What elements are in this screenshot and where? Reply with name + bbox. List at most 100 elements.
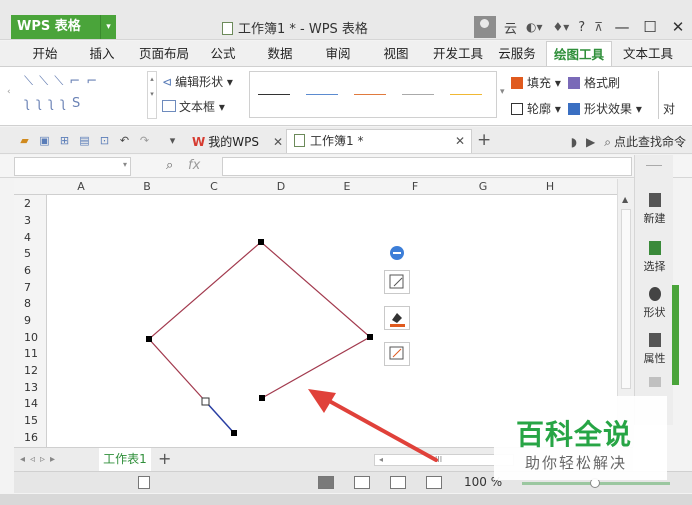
scroll-up-icon[interactable]: ▲ — [622, 195, 628, 204]
tab-home[interactable]: 开始 — [25, 41, 65, 67]
document-tab[interactable]: 工作簿1 * ✕ — [286, 129, 472, 153]
add-sheet-button[interactable]: + — [158, 449, 171, 468]
tab-review[interactable]: 审阅 — [318, 41, 358, 67]
flag-icon[interactable]: ▶ — [586, 135, 595, 149]
row-header[interactable]: 12 — [24, 364, 38, 377]
style-swatch-black[interactable] — [258, 94, 290, 95]
skin-icon[interactable]: ◐▾ — [526, 20, 543, 34]
new-tab-button[interactable]: + — [477, 130, 491, 150]
row-header[interactable]: 2 — [24, 197, 31, 210]
row-header[interactable]: 6 — [24, 264, 31, 277]
scroll-left-icon[interactable]: ◂ — [379, 455, 383, 464]
row-header[interactable]: 10 — [24, 331, 38, 344]
close-button[interactable]: ✕ — [664, 18, 692, 36]
tab-view[interactable]: 视图 — [376, 41, 416, 67]
outline-button[interactable]: 轮廓 ▾ — [511, 100, 561, 117]
side-shapes-button[interactable]: 形状 — [635, 287, 674, 320]
col-header[interactable]: F — [400, 179, 430, 195]
float-edit-shape-button[interactable] — [384, 270, 410, 294]
reading-view-icon[interactable] — [426, 476, 442, 489]
styles-more-icon[interactable]: ▾ — [500, 87, 505, 97]
col-header[interactable]: E — [332, 179, 362, 195]
horizontal-scrollbar[interactable]: ◂ III — [374, 454, 514, 466]
my-wps-tab[interactable]: W 我的WPS ✕ — [192, 133, 283, 150]
tab-data[interactable]: 数据 — [260, 41, 300, 67]
col-header[interactable]: A — [66, 179, 96, 195]
row-header[interactable]: 3 — [24, 214, 31, 227]
row-header[interactable]: 9 — [24, 314, 31, 327]
shape-styles-gallery[interactable] — [249, 71, 497, 118]
pane-toggle-handle[interactable] — [672, 285, 679, 385]
scroll-thumb[interactable] — [621, 209, 631, 389]
zoom-slider[interactable] — [522, 478, 670, 488]
zoom-formula-icon[interactable]: ⌕ — [166, 158, 173, 173]
open-folder-icon[interactable]: ▰ — [18, 134, 31, 147]
row-header[interactable]: 5 — [24, 247, 31, 260]
tab-developer[interactable]: 开发工具 — [430, 41, 486, 67]
undo-icon[interactable]: ↶ — [118, 134, 131, 147]
avatar[interactable] — [474, 16, 496, 38]
close-doc-tab-icon[interactable]: ✕ — [455, 130, 465, 152]
help-button[interactable]: ? — [578, 20, 585, 35]
row-header[interactable]: 11 — [24, 347, 38, 360]
style-swatch-orange[interactable] — [354, 94, 386, 95]
macro-icon[interactable] — [138, 476, 150, 489]
formula-input[interactable] — [222, 157, 632, 176]
side-new-button[interactable]: 新建 — [635, 193, 674, 226]
gallery-scroll-icon[interactable]: ▴ ▾ — [147, 71, 157, 119]
app-menu-button[interactable]: WPS 表格 ▾ — [11, 15, 116, 39]
shape-effects-button[interactable]: 形状效果 ▾ — [568, 100, 642, 117]
tab-drawing-tools[interactable]: 绘图工具 — [546, 41, 612, 67]
name-box[interactable]: ▾ — [14, 157, 131, 176]
minimize-button[interactable]: — — [608, 18, 636, 36]
row-header[interactable]: 8 — [24, 297, 31, 310]
layout-view-icon[interactable] — [390, 476, 406, 489]
chevron-down-icon[interactable]: ▾ — [123, 160, 127, 169]
chevron-down-icon[interactable]: ▾ — [100, 15, 116, 39]
tab-cloud[interactable]: 云服务 — [494, 41, 540, 67]
style-swatch-yellow[interactable] — [450, 94, 482, 95]
col-header[interactable]: G — [468, 179, 498, 195]
fx-label[interactable]: fx — [188, 158, 200, 173]
command-search[interactable]: ◗ ▶ ⌕ 点此查找命令 — [571, 133, 686, 150]
row-header[interactable]: 7 — [24, 281, 31, 294]
shirt-icon[interactable]: ♦▾ — [553, 20, 570, 34]
gallery-prev-icon[interactable]: ‹ — [7, 87, 11, 97]
sheet-nav-arrows[interactable]: ◂◃▹▸ — [20, 454, 60, 465]
cloud-label[interactable]: 云 — [504, 18, 517, 37]
row-header[interactable]: 4 — [24, 231, 31, 244]
skin-toggle-icon[interactable]: ◗ — [571, 135, 577, 149]
redo-icon[interactable]: ↷ — [138, 134, 151, 147]
page-break-view-icon[interactable] — [354, 476, 370, 489]
restore-ribbon-icon[interactable]: ⊼ — [594, 20, 603, 34]
col-header[interactable]: C — [199, 179, 229, 195]
print-icon[interactable]: ▤ — [78, 134, 91, 147]
align-button[interactable]: 对 — [663, 100, 675, 117]
tab-insert[interactable]: 插入 — [82, 41, 122, 67]
row-header[interactable]: 14 — [24, 397, 38, 410]
tab-formulas[interactable]: 公式 — [203, 41, 243, 67]
export-pdf-icon[interactable]: ⊞ — [58, 134, 71, 147]
col-header[interactable]: B — [132, 179, 162, 195]
format-painter-button[interactable]: 格式刷 — [568, 74, 620, 91]
row-header[interactable]: 13 — [24, 381, 38, 394]
normal-view-icon[interactable] — [318, 476, 334, 489]
close-my-wps-icon[interactable]: ✕ — [273, 135, 283, 149]
save-icon[interactable]: ▣ — [38, 134, 51, 147]
print-preview-icon[interactable]: ⊡ — [98, 134, 111, 147]
col-header[interactable]: H — [535, 179, 565, 195]
side-more-button[interactable] — [635, 377, 674, 390]
row-header[interactable]: 16 — [24, 431, 38, 444]
float-fill-button[interactable] — [384, 306, 410, 330]
col-header[interactable]: D — [266, 179, 296, 195]
customize-icon[interactable]: ▾ — [166, 134, 179, 147]
maximize-button[interactable]: ☐ — [636, 18, 664, 36]
sheet-tab[interactable]: 工作表1 — [99, 448, 151, 471]
textbox-button[interactable]: 文本框 ▾ — [162, 97, 225, 117]
fill-button[interactable]: 填充 ▾ — [511, 74, 561, 91]
scroll-grip[interactable]: III — [435, 455, 442, 464]
row-header[interactable]: 15 — [24, 414, 38, 427]
float-outline-button[interactable] — [384, 342, 410, 366]
side-select-button[interactable]: 选择 — [635, 241, 674, 274]
style-swatch-gray[interactable] — [402, 94, 434, 95]
